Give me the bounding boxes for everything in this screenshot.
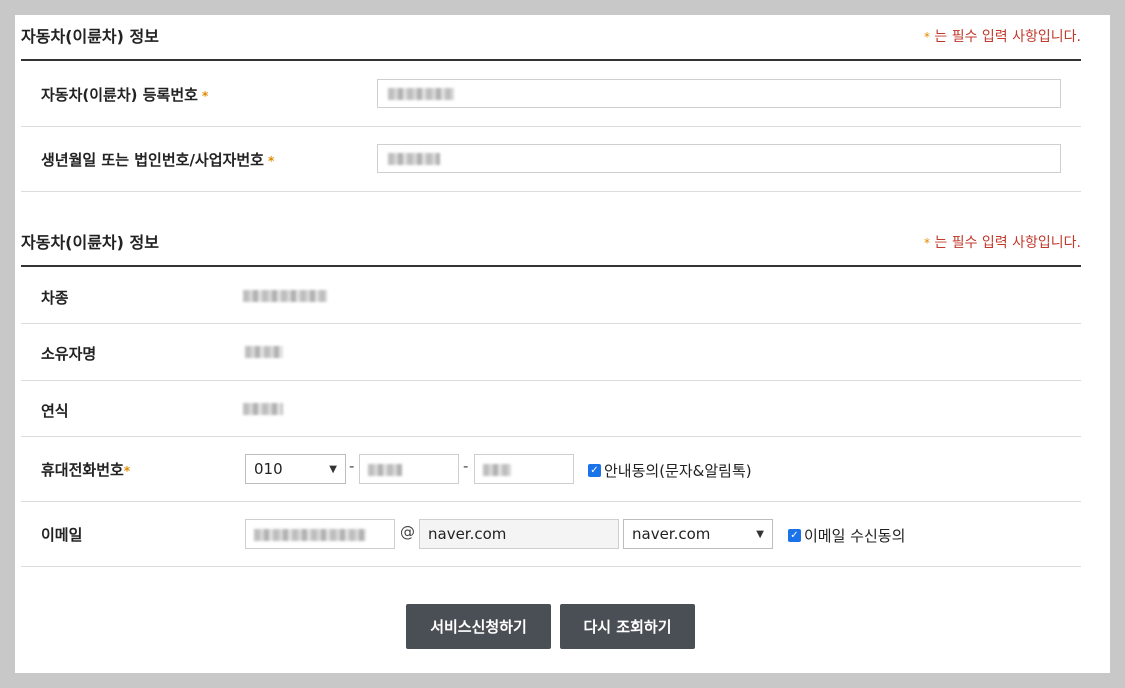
sms-consent-checkbox[interactable]: ✓ 안내동의(문자&알림톡) bbox=[588, 460, 752, 481]
section-title: 자동차(이륜차) 정보 bbox=[21, 233, 159, 252]
required-star-icon: * bbox=[201, 89, 209, 103]
phone-prefix-select[interactable]: 010 ▼ bbox=[245, 454, 346, 484]
owner-row: 소유자명 bbox=[21, 324, 1081, 381]
email-consent-checkbox[interactable]: ✓ 이메일 수신동의 bbox=[788, 525, 905, 546]
required-star-icon: * bbox=[923, 30, 930, 44]
birth-number-label: 생년월일 또는 법인번호/사업자번호 * bbox=[41, 151, 275, 169]
email-label: 이메일 bbox=[41, 526, 83, 544]
email-domain-select[interactable]: naver.com ▼ bbox=[623, 519, 773, 549]
email-at-sign: @ bbox=[400, 523, 415, 541]
apply-service-button[interactable]: 서비스신청하기 bbox=[406, 604, 551, 649]
birth-number-input[interactable] bbox=[377, 144, 1061, 173]
year-label: 연식 bbox=[41, 402, 69, 420]
car-type-row: 차종 bbox=[21, 268, 1081, 324]
owner-label: 소유자명 bbox=[41, 345, 97, 363]
checkmark-icon: ✓ bbox=[788, 529, 801, 542]
masked-value bbox=[368, 464, 402, 476]
birth-number-row: 생년월일 또는 법인번호/사업자번호 * bbox=[21, 127, 1081, 192]
section-title: 자동차(이륜차) 정보 bbox=[21, 27, 159, 46]
phone-row: 휴대전화번호* 010 ▼ - - ✓ 안내동의(문자&알림톡) bbox=[21, 437, 1081, 502]
required-star-icon: * bbox=[123, 464, 131, 478]
requery-button[interactable]: 다시 조회하기 bbox=[560, 604, 695, 649]
phone-last-input[interactable] bbox=[474, 454, 574, 484]
required-note: * 는 필수 입력 사항입니다. bbox=[923, 29, 1081, 45]
chevron-down-icon: ▼ bbox=[756, 529, 764, 540]
reg-number-label: 자동차(이륜차) 등록번호 * bbox=[41, 86, 209, 104]
required-note: * 는 필수 입력 사항입니다. bbox=[923, 235, 1081, 251]
phone-middle-input[interactable] bbox=[359, 454, 459, 484]
phone-label: 휴대전화번호* bbox=[41, 461, 131, 479]
year-row: 연식 bbox=[21, 381, 1081, 437]
section-header-1: 자동차(이륜차) 정보 * 는 필수 입력 사항입니다. bbox=[21, 15, 1081, 61]
email-id-input[interactable] bbox=[245, 519, 395, 549]
reg-number-input[interactable] bbox=[377, 79, 1061, 108]
reg-number-row: 자동차(이륜차) 등록번호 * bbox=[21, 62, 1081, 127]
owner-value bbox=[245, 346, 283, 358]
chevron-down-icon: ▼ bbox=[329, 464, 337, 475]
masked-value bbox=[254, 529, 366, 541]
year-value bbox=[243, 403, 283, 415]
section-header-2: 자동차(이륜차) 정보 * 는 필수 입력 사항입니다. bbox=[21, 221, 1081, 267]
masked-value bbox=[483, 464, 511, 476]
required-star-icon: * bbox=[923, 236, 930, 250]
email-row: 이메일 @ naver.com naver.com ▼ ✓ 이메일 수신동의 bbox=[21, 502, 1081, 567]
form-panel: 자동차(이륜차) 정보 * 는 필수 입력 사항입니다. 자동차(이륜차) 등록… bbox=[15, 15, 1110, 673]
car-type-value bbox=[243, 290, 327, 302]
checkmark-icon: ✓ bbox=[588, 464, 601, 477]
masked-value bbox=[388, 88, 454, 100]
email-domain-input[interactable]: naver.com bbox=[419, 519, 619, 549]
car-type-label: 차종 bbox=[41, 289, 69, 307]
phone-dash: - bbox=[463, 457, 469, 475]
required-star-icon: * bbox=[267, 154, 275, 168]
phone-dash: - bbox=[349, 457, 355, 475]
masked-value bbox=[388, 153, 440, 165]
